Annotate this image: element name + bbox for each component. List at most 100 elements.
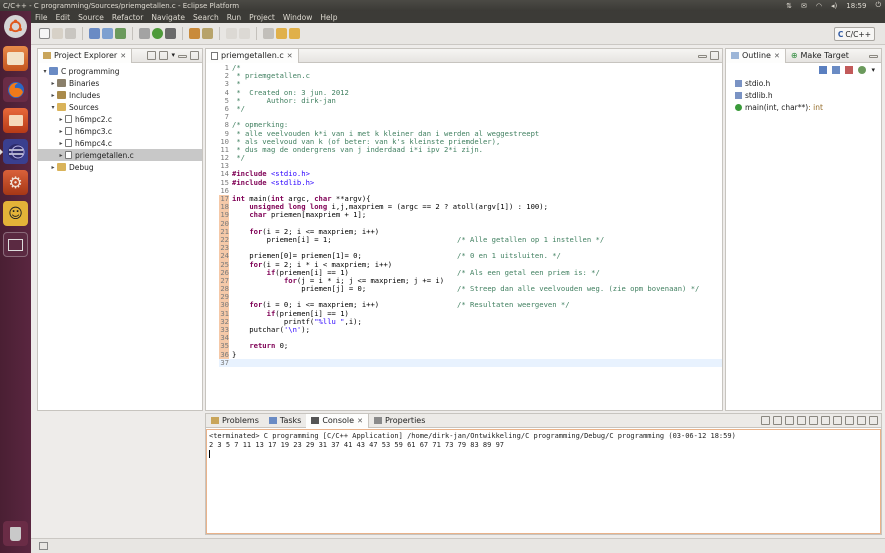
view-menu-icon[interactable]: ▾: [171, 51, 175, 60]
back-icon[interactable]: [276, 28, 287, 39]
pin-console-icon[interactable]: [821, 416, 830, 425]
debug-config-icon[interactable]: [139, 28, 150, 39]
hide-non-public-icon[interactable]: [858, 66, 867, 74]
expand-icon[interactable]: ▾: [41, 68, 49, 75]
menu-source[interactable]: Source: [74, 13, 108, 22]
volume-icon[interactable]: ◂): [831, 2, 837, 10]
menu-refactor[interactable]: Refactor: [108, 13, 147, 22]
console-output[interactable]: <terminated> C programming [C/C++ Applic…: [206, 429, 881, 534]
collapse-icon[interactable]: ▸: [49, 92, 57, 99]
collapse-icon[interactable]: ▸: [57, 128, 65, 135]
expand-icon[interactable]: ▾: [49, 104, 57, 111]
menu-window[interactable]: Window: [279, 13, 317, 22]
minimize-icon[interactable]: [869, 55, 878, 58]
prev-annotation-icon[interactable]: [239, 28, 250, 39]
maximize-icon[interactable]: [710, 51, 719, 60]
power-icon[interactable]: ⏻: [875, 1, 881, 10]
collapse-icon[interactable]: ▸: [49, 164, 57, 171]
save-icon[interactable]: [52, 28, 63, 39]
eclipse-icon[interactable]: [0, 139, 28, 164]
files-icon[interactable]: [3, 46, 28, 71]
firefox-icon[interactable]: [3, 77, 28, 102]
tab-console[interactable]: Console ✕: [306, 413, 369, 428]
remove-all-icon[interactable]: [785, 416, 794, 425]
workspace-switcher-icon[interactable]: [3, 232, 28, 257]
sort-icon[interactable]: [819, 66, 828, 74]
code-line[interactable]: 6 */: [219, 104, 722, 113]
collapse-icon[interactable]: ▸: [49, 80, 57, 87]
code-editor[interactable]: 1/* 2 * priemgetallen.c 3 * 4 * Created on:…: [206, 64, 722, 410]
system-settings-icon[interactable]: ⚙: [3, 170, 28, 195]
hide-static-icon[interactable]: [845, 66, 854, 74]
code-line[interactable]: 33 putchar('\n');: [219, 325, 722, 335]
code-line[interactable]: 35 return 0;: [219, 342, 722, 351]
trash-icon[interactable]: [3, 521, 28, 546]
hide-fields-icon[interactable]: [832, 66, 841, 74]
minimize-icon[interactable]: [698, 55, 707, 58]
minimize-icon[interactable]: [178, 55, 187, 58]
tab-make-target[interactable]: ⊕ Make Target: [786, 49, 854, 63]
forward-icon[interactable]: [289, 28, 300, 39]
fast-view-icon[interactable]: [39, 542, 48, 550]
terminate-icon[interactable]: [761, 416, 770, 425]
build-icon[interactable]: [89, 28, 100, 39]
tree-item[interactable]: ▾ C programming: [38, 65, 202, 77]
code-line[interactable]: 36}: [219, 350, 722, 359]
menu-project[interactable]: Project: [245, 13, 279, 22]
keyboard-icon[interactable]: ⇅: [786, 2, 792, 10]
tab-outline[interactable]: Outline ✕: [726, 48, 786, 63]
tree-item[interactable]: ▸ h6mpc4.c: [38, 137, 202, 149]
run-icon[interactable]: [152, 28, 163, 39]
tab-problems[interactable]: Problems: [206, 414, 264, 428]
code-line[interactable]: 7: [219, 112, 722, 121]
menu-navigate[interactable]: Navigate: [147, 13, 189, 22]
new-project-icon[interactable]: [102, 28, 113, 39]
close-icon[interactable]: ✕: [774, 52, 780, 60]
collapse-icon[interactable]: ▸: [57, 152, 65, 159]
menu-file[interactable]: File: [31, 13, 52, 22]
code-line[interactable]: 19 char priemen[maxpriem + 1];: [219, 211, 722, 220]
network-icon[interactable]: ◠: [816, 2, 822, 10]
tab-properties[interactable]: Properties: [369, 414, 430, 428]
outline-item[interactable]: stdio.h: [726, 77, 881, 89]
code-line[interactable]: 2 * priemgetallen.c: [219, 71, 722, 80]
clock[interactable]: 18:59: [846, 2, 866, 10]
code-line[interactable]: 37: [219, 358, 722, 367]
code-line[interactable]: 15 #include <stdlib.h>: [219, 178, 722, 187]
open-console-icon[interactable]: [845, 416, 854, 425]
next-annotation-icon[interactable]: [226, 28, 237, 39]
close-icon[interactable]: ✕: [287, 52, 293, 60]
maximize-icon[interactable]: [869, 416, 878, 425]
new-icon[interactable]: [39, 28, 50, 39]
external-tools-icon[interactable]: [165, 28, 176, 39]
tab-editor-file[interactable]: priemgetallen.c ✕: [206, 48, 299, 63]
maximize-icon[interactable]: [190, 51, 199, 60]
close-icon[interactable]: ✕: [120, 52, 126, 60]
tree-item[interactable]: ▸ Includes: [38, 89, 202, 101]
print-icon[interactable]: [65, 28, 76, 39]
perspective-switcher[interactable]: C C/C++: [833, 27, 875, 41]
menu-help[interactable]: Help: [316, 13, 341, 22]
tree-item[interactable]: ▾ Sources: [38, 101, 202, 113]
code-line[interactable]: 28 priemen[j] = 0; /* Streep dan alle ve…: [219, 284, 722, 294]
display-selected-icon[interactable]: [833, 416, 842, 425]
history-icon[interactable]: [263, 28, 274, 39]
view-menu-icon[interactable]: ▾: [871, 66, 875, 74]
tree-item[interactable]: ▸ Binaries: [38, 77, 202, 89]
menu-run[interactable]: Run: [223, 13, 245, 22]
remove-launch-icon[interactable]: [773, 416, 782, 425]
collapse-all-icon[interactable]: [147, 51, 157, 60]
menu-edit[interactable]: Edit: [52, 13, 75, 22]
code-line[interactable]: 11 * dus mag de ondergrens van j inderda…: [219, 145, 722, 154]
pidgin-icon[interactable]: ☺: [3, 201, 28, 226]
outline-item[interactable]: main(int, char**) : int: [726, 101, 881, 113]
tree-item[interactable]: ▸ priemgetallen.c: [38, 149, 202, 161]
outline-item[interactable]: stdlib.h: [726, 89, 881, 101]
tree-item[interactable]: ▸ h6mpc2.c: [38, 113, 202, 125]
tab-tasks[interactable]: Tasks: [264, 414, 306, 428]
link-editor-icon[interactable]: [159, 51, 169, 60]
tree-item[interactable]: ▸ h6mpc3.c: [38, 125, 202, 137]
collapse-icon[interactable]: ▸: [57, 116, 65, 123]
code-line[interactable]: 34: [219, 333, 722, 343]
tree-item[interactable]: ▸ Debug: [38, 161, 202, 173]
